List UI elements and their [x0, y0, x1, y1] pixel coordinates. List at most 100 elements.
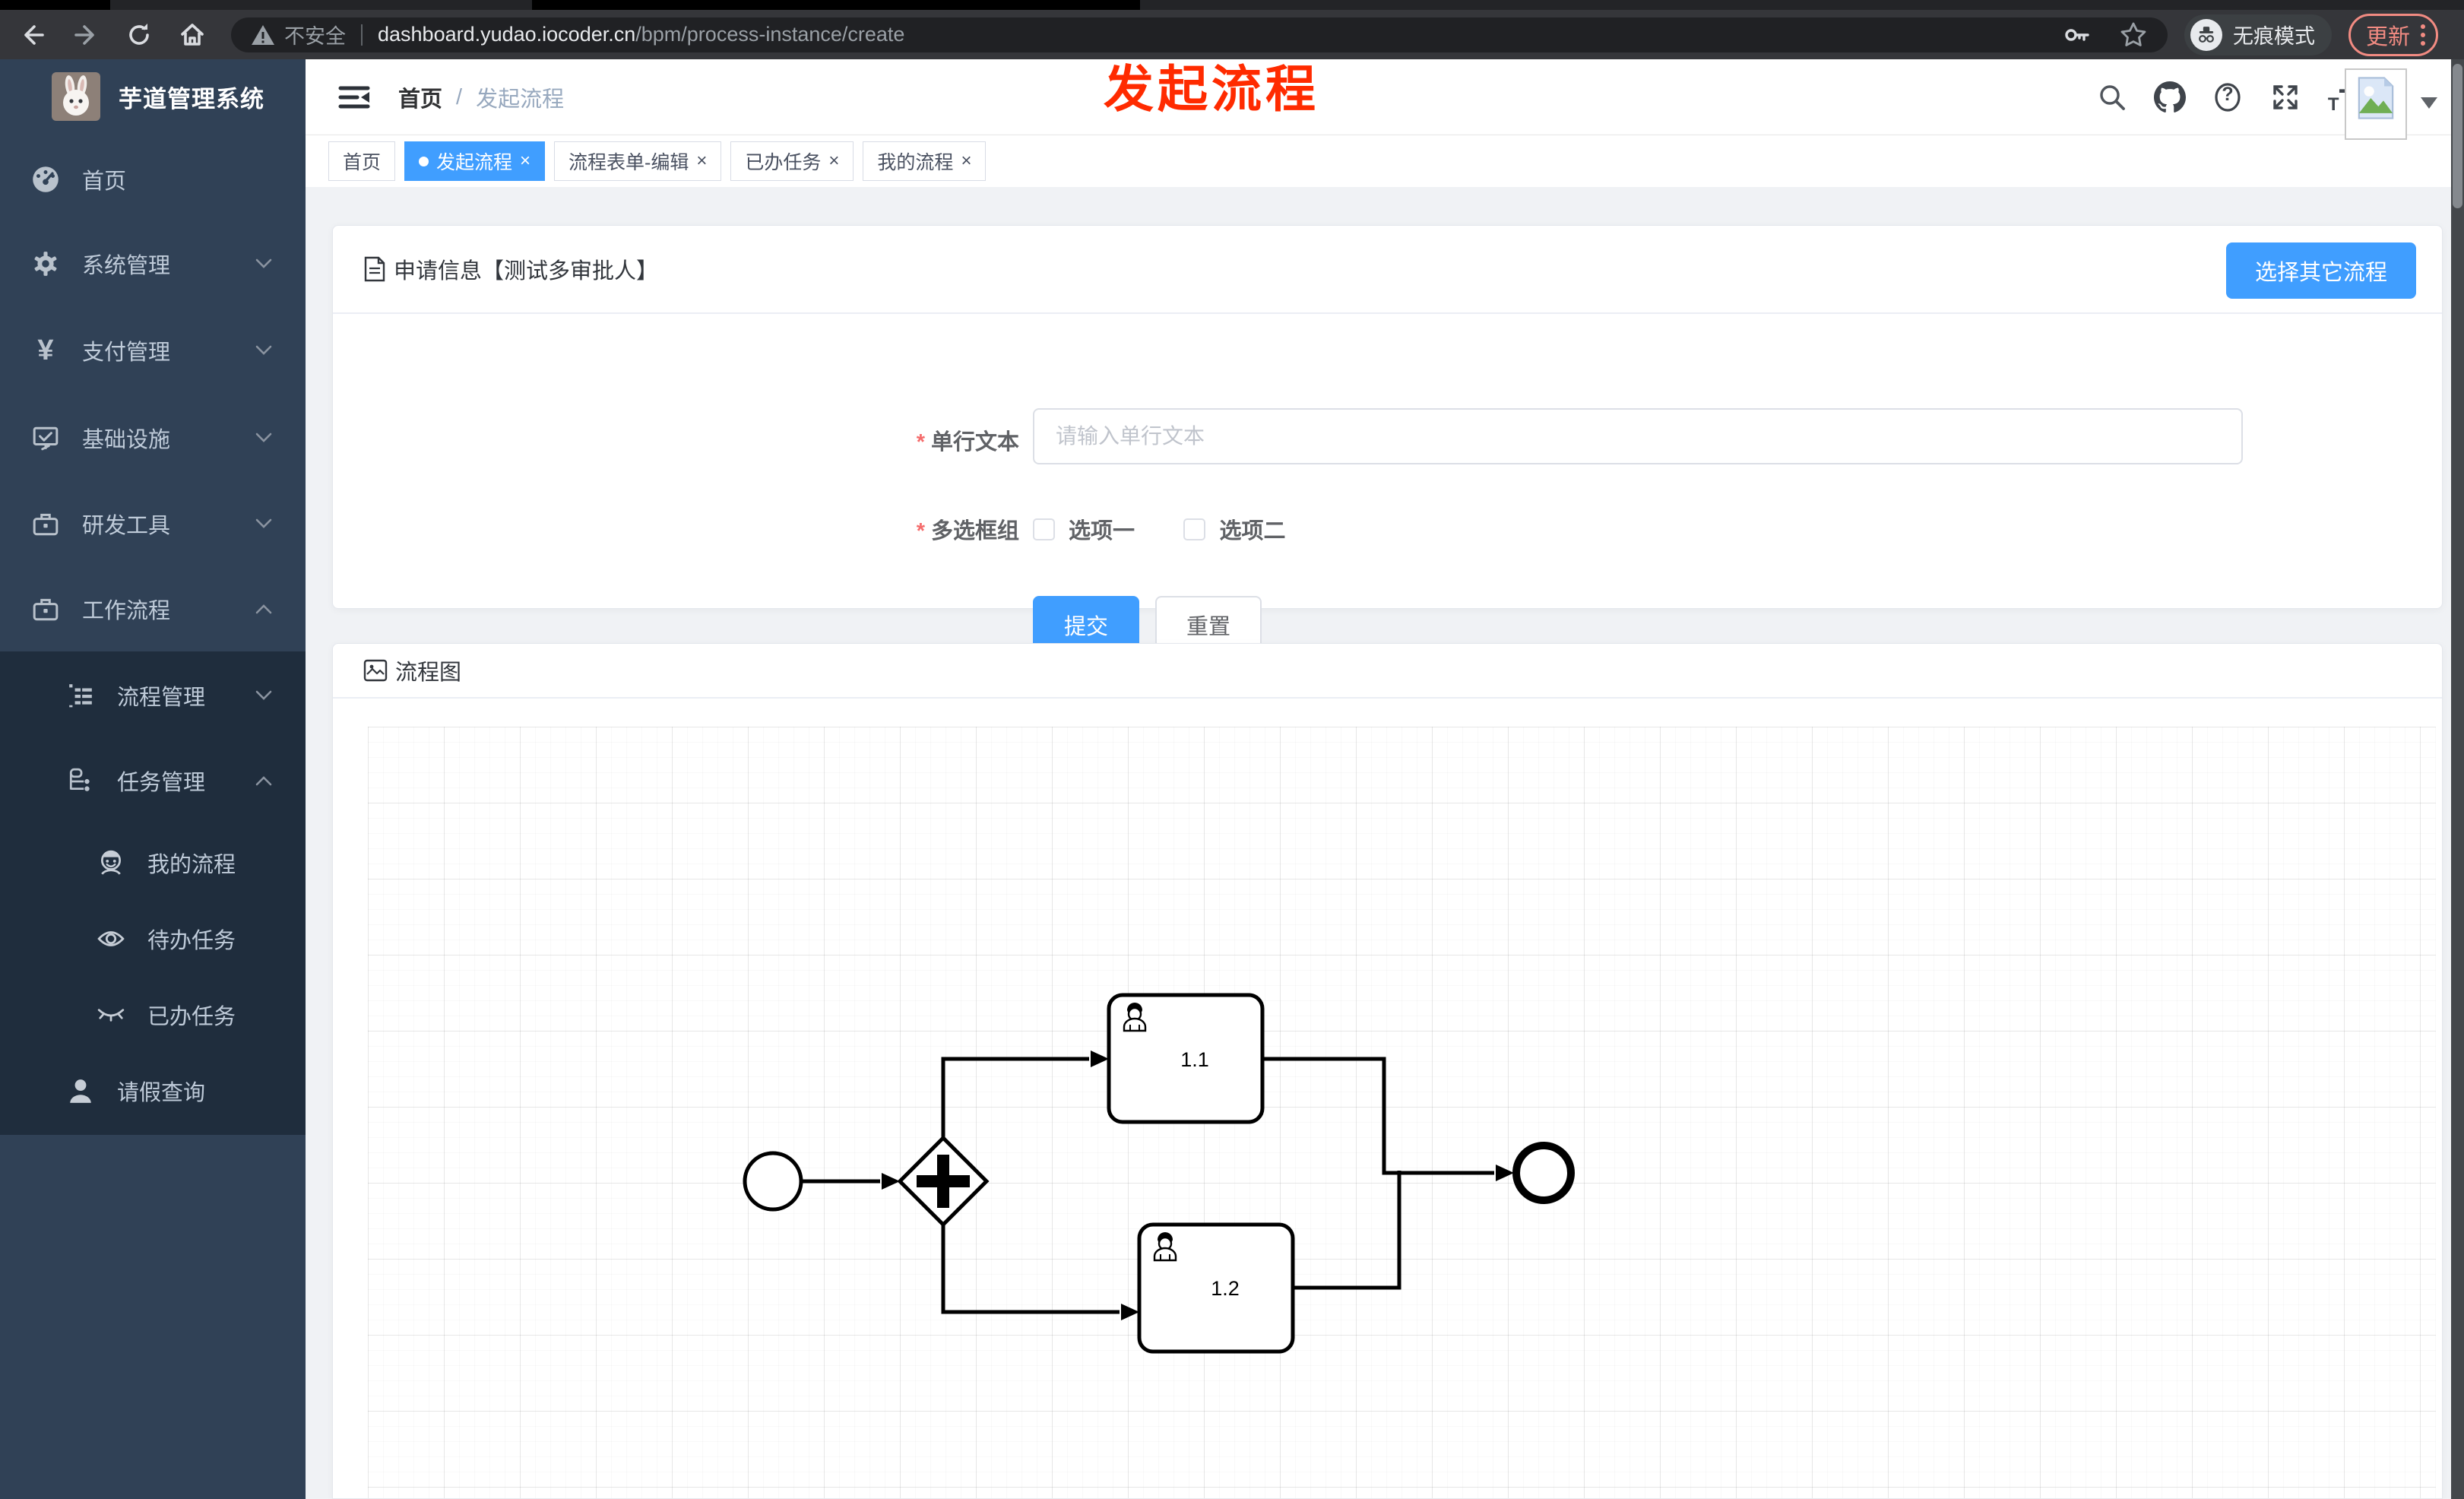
sidebar-item-devtools[interactable]: 研发工具 — [0, 483, 306, 565]
checkbox-label[interactable]: 选项一 — [1069, 519, 1135, 544]
dashboard-icon — [30, 165, 61, 194]
active-dot-icon — [419, 156, 429, 166]
parallel-gateway-node[interactable] — [897, 1135, 990, 1228]
sidebar-item-process-mgmt[interactable]: 流程管理 — [0, 658, 306, 734]
forward-button[interactable] — [59, 17, 112, 52]
avatar[interactable] — [2345, 68, 2407, 140]
browser-tab-fragment — [0, 0, 110, 10]
breadcrumb-home[interactable]: 首页 — [398, 81, 442, 113]
sidebar-item-task-mgmt[interactable]: 任务管理 — [0, 743, 306, 819]
chevron-down-icon — [255, 345, 272, 356]
face-icon — [96, 849, 126, 876]
list-icon — [65, 682, 96, 709]
choose-other-process-button[interactable]: 选择其它流程 — [2226, 242, 2416, 299]
chevron-down-icon — [255, 258, 272, 269]
required-mark: * — [916, 519, 925, 544]
close-icon[interactable]: × — [828, 152, 839, 170]
sidebar: 芋道管理系统 首页 系统管理 ¥ 支付管理 基础设施 研发工具 工作流程 流程管… — [0, 59, 306, 1499]
sidebar-item-payment[interactable]: ¥ 支付管理 — [0, 309, 306, 391]
url-bar[interactable]: 不安全 dashboard.yudao.iocoder.cn/bpm/proce… — [231, 17, 2168, 52]
apply-card-header: 申请信息【测试多审批人】 选择其它流程 — [333, 226, 2442, 314]
sidebar-item-label: 任务管理 — [117, 771, 206, 795]
chevron-down-icon — [255, 690, 272, 701]
breadcrumb-separator: / — [456, 84, 463, 109]
sidebar-item-system[interactable]: 系统管理 — [0, 223, 306, 305]
back-button[interactable] — [6, 17, 59, 52]
home-button[interactable] — [166, 17, 219, 52]
checkbox-option-2[interactable] — [1183, 518, 1206, 540]
field-label-checkbox-group: * 多选框组 — [916, 519, 1019, 544]
apply-info-card: 申请信息【测试多审批人】 选择其它流程 *单行文本 *多选框组 选项一 选项二 — [332, 225, 2443, 654]
scrollbar-thumb[interactable] — [2453, 64, 2462, 208]
apply-card-title: 申请信息【测试多审批人】 — [394, 259, 659, 284]
help-icon[interactable]: ? — [2211, 81, 2244, 114]
branch-icon — [65, 767, 96, 794]
page-scrollbar[interactable] — [2451, 59, 2464, 1499]
sidebar-item-my-process[interactable]: 我的流程 — [0, 825, 306, 901]
diagram-card: 流程图 1.1 1.2 — [332, 643, 2443, 1499]
user-task-node[interactable]: 1.1 — [1107, 993, 1265, 1124]
security-label: 不安全 — [284, 25, 346, 48]
avatar-caret-icon[interactable] — [2421, 97, 2437, 109]
logo-image — [52, 72, 100, 121]
tab-home[interactable]: 首页 — [328, 141, 396, 181]
sidebar-item-label: 系统管理 — [82, 254, 171, 278]
gear-icon — [30, 250, 61, 277]
image-icon — [363, 659, 388, 682]
reload-button[interactable] — [112, 17, 166, 52]
chevron-down-icon — [255, 518, 272, 529]
sidebar-item-label: 请假查询 — [117, 1081, 206, 1105]
question-glyph: ? — [2222, 84, 2234, 105]
sidebar-item-leave-query[interactable]: 请假查询 — [0, 1053, 306, 1129]
close-icon[interactable]: × — [696, 152, 707, 170]
bookmark-star-icon[interactable] — [2119, 21, 2148, 49]
tab-my-process[interactable]: 我的流程 × — [863, 141, 987, 181]
briefcase-icon — [30, 595, 61, 623]
update-button[interactable]: 更新 — [2348, 13, 2439, 56]
user-task-node[interactable]: 1.2 — [1137, 1222, 1295, 1354]
app-title: 芋道管理系统 — [119, 85, 264, 113]
start-event-node[interactable] — [743, 1151, 803, 1212]
tab-start-process[interactable]: 发起流程 × — [404, 141, 546, 181]
incognito-badge: 无痕模式 — [2184, 14, 2332, 55]
task-label: 1.1 — [1180, 1048, 1209, 1071]
close-icon[interactable]: × — [520, 152, 530, 170]
user-icon — [65, 1077, 96, 1104]
github-icon[interactable] — [2153, 81, 2187, 114]
search-icon[interactable] — [2095, 81, 2129, 114]
sidebar-item-workflow[interactable]: 工作流程 — [0, 568, 306, 650]
sidebar-item-label: 工作流程 — [82, 599, 171, 623]
chevron-up-icon — [255, 604, 272, 614]
sidebar-item-infrastructure[interactable]: 基础设施 — [0, 397, 306, 479]
screen: 不安全 dashboard.yudao.iocoder.cn/bpm/proce… — [0, 0, 2464, 1499]
breadcrumb-current: 发起流程 — [476, 87, 565, 112]
bpmn-canvas[interactable]: 1.1 1.2 — [368, 727, 2436, 1498]
main-content: 申请信息【测试多审批人】 选择其它流程 *单行文本 *多选框组 选项一 选项二 — [306, 187, 2451, 1499]
sidebar-fold-icon[interactable] — [337, 82, 371, 113]
sidebar-item-label: 支付管理 — [82, 341, 171, 365]
eye-open-icon — [96, 927, 126, 950]
tag-bar: 首页 发起流程 × 流程表单-编辑 × 已办任务 × 我的流程 × — [306, 135, 2451, 187]
checkbox-group: 选项一 选项二 — [1033, 513, 1285, 545]
sidebar-logo[interactable]: 芋道管理系统 — [0, 70, 306, 123]
single-line-text-input[interactable] — [1033, 408, 2243, 464]
sidebar-item-label: 已办任务 — [147, 1005, 236, 1029]
sidebar-item-home[interactable]: 首页 — [0, 138, 306, 220]
url-domain: dashboard.yudao.iocoder.cn — [378, 23, 636, 46]
update-label: 更新 — [2366, 24, 2411, 49]
tab-form-edit[interactable]: 流程表单-编辑 × — [554, 141, 722, 181]
tab-done-tasks[interactable]: 已办任务 × — [730, 141, 854, 181]
breadcrumb: 首页 / 发起流程 — [398, 81, 564, 113]
fullscreen-icon[interactable] — [2269, 81, 2302, 114]
close-icon[interactable]: × — [961, 152, 971, 170]
end-event-node[interactable] — [1512, 1142, 1575, 1204]
sidebar-item-label: 首页 — [82, 170, 127, 194]
browser-menu-icon[interactable] — [2421, 24, 2426, 46]
chevron-down-icon — [255, 433, 272, 443]
key-icon[interactable] — [2063, 21, 2092, 49]
checkbox-option-1[interactable] — [1033, 518, 1055, 540]
sidebar-item-todo-tasks[interactable]: 待办任务 — [0, 901, 306, 977]
checkbox-label[interactable]: 选项二 — [1219, 519, 1285, 544]
bpmn-diagram: 1.1 1.2 — [743, 993, 1575, 1354]
sidebar-item-done-tasks[interactable]: 已办任务 — [0, 977, 306, 1053]
